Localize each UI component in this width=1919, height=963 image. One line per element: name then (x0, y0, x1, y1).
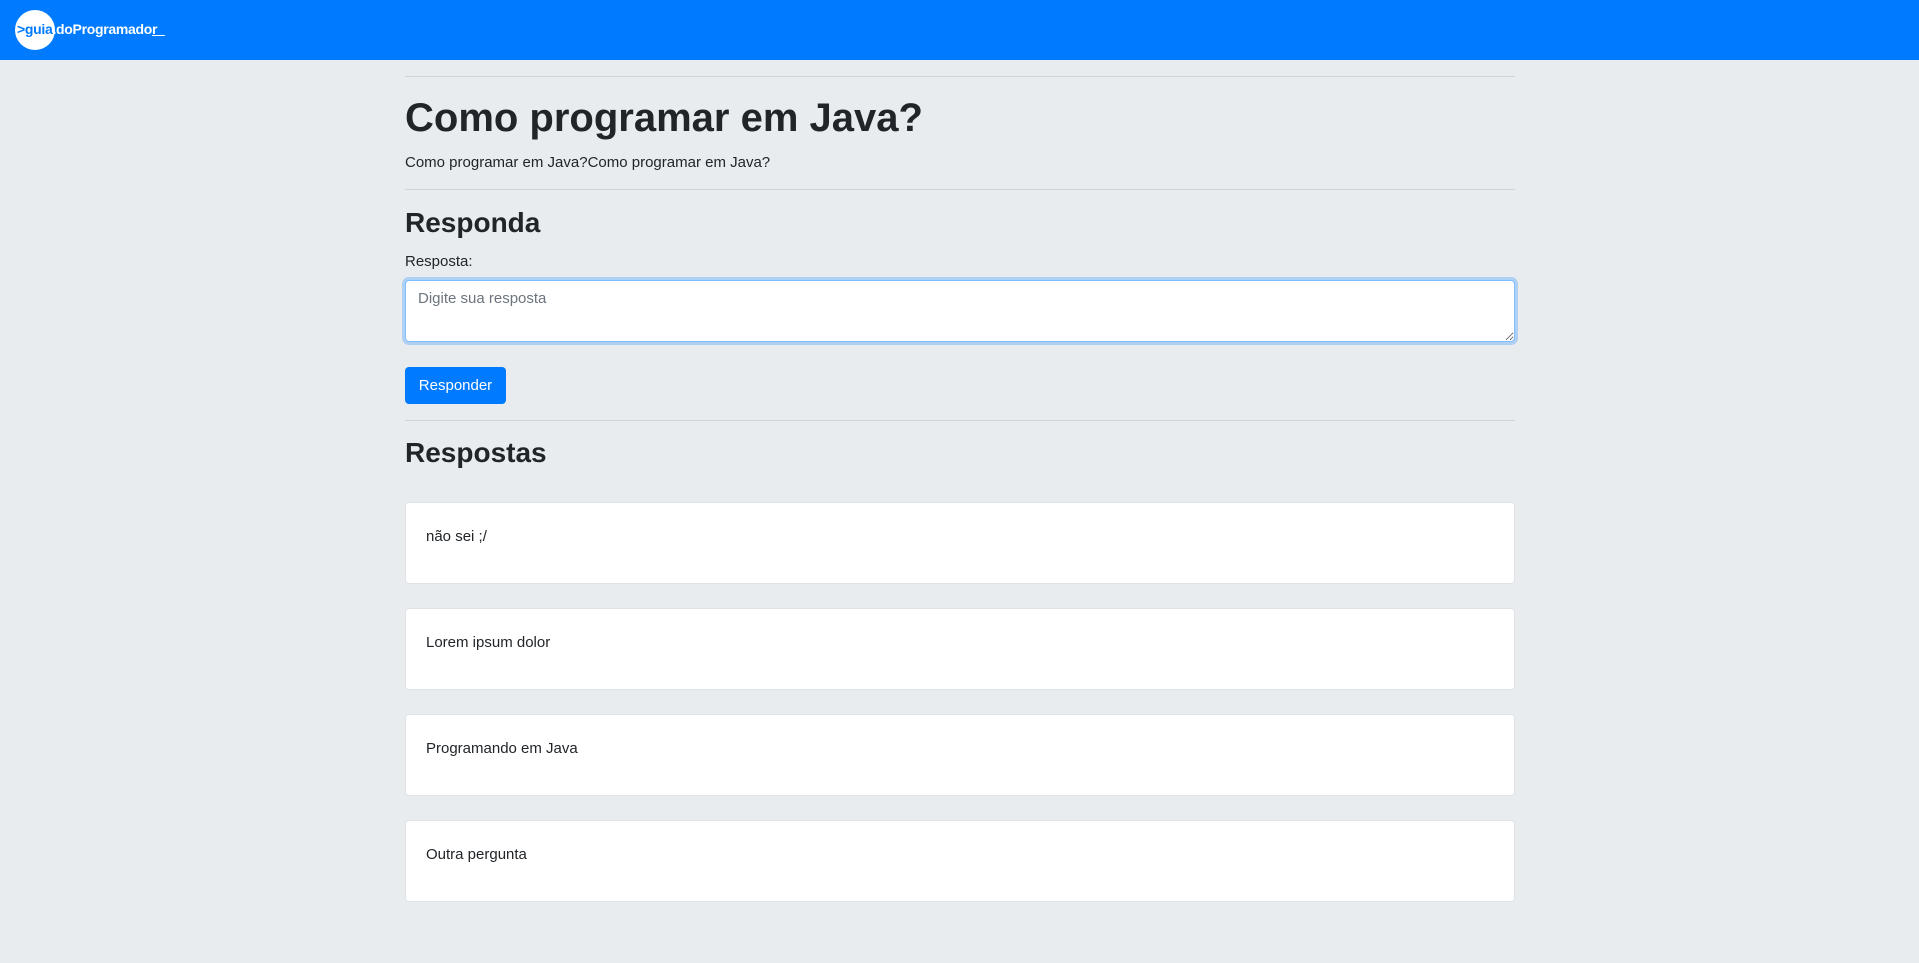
brand-middle: .doProgramado (52, 21, 153, 37)
navbar: >guia.doProgramador_ (0, 0, 1919, 60)
brand-prefix: >guia (17, 21, 53, 37)
question-title: Como programar em Java? (405, 96, 923, 140)
submit-answer-button[interactable]: Responder (405, 367, 506, 404)
answers-heading: Respostas (405, 437, 547, 468)
answer-field-label: Resposta: (405, 253, 473, 270)
answer-form-heading: Responda (405, 207, 541, 238)
question-description: Como programar em Java?Como programar em… (405, 154, 771, 171)
answer-card: não sei ;/ (405, 502, 1515, 584)
brand-suffix: r_ (152, 21, 165, 37)
divider-top (405, 76, 1515, 77)
answers-list: não sei ;/ Lorem ipsum dolor Programando… (405, 502, 1515, 926)
brand-logo-link[interactable]: >guia.doProgramador_ (15, 10, 165, 50)
answer-card: Outra pergunta (405, 820, 1515, 902)
divider-form (405, 420, 1515, 421)
answer-card: Programando em Java (405, 714, 1515, 796)
answer-card: Lorem ipsum dolor (405, 608, 1515, 690)
divider-question (405, 189, 1515, 190)
answer-textarea[interactable] (405, 280, 1515, 342)
brand-logo-text: >guia.doProgramador_ (17, 21, 165, 37)
